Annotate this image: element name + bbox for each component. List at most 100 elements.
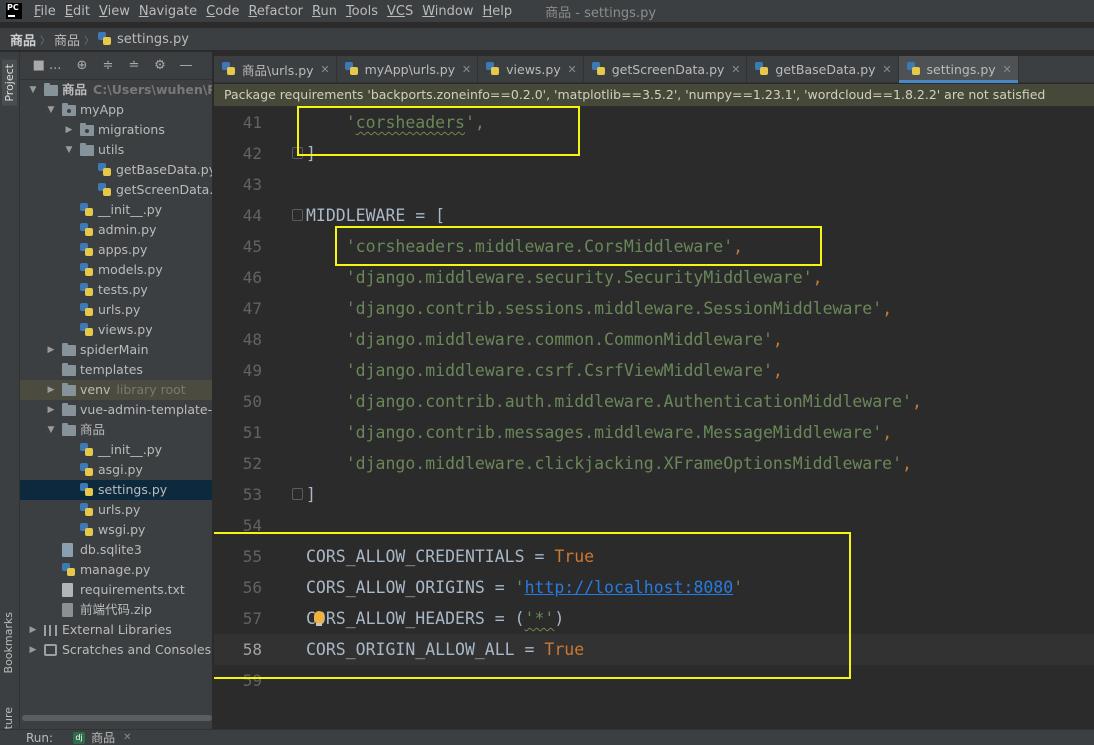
chevron-right-icon[interactable]: ▶ (28, 620, 38, 640)
fold-marker-icon[interactable] (292, 147, 303, 159)
tree-item[interactable]: getBaseData.py (20, 160, 212, 180)
menu-item[interactable]: Refactor (248, 4, 303, 19)
tree-item[interactable]: models.py (20, 260, 212, 280)
tree-item[interactable]: tests.py (20, 280, 212, 300)
bookmarks-tool-tab[interactable]: Bookmarks (2, 612, 15, 673)
chevron-down-icon[interactable]: ▼ (28, 80, 38, 100)
tree-item[interactable]: ▶ spiderMain (20, 340, 212, 360)
editor-tab[interactable]: views.py ✕ (478, 56, 584, 83)
hide-icon[interactable]: — (178, 58, 194, 74)
tree-item[interactable]: ▼ myApp (20, 100, 212, 120)
tree-item[interactable]: ▼ 商品 (20, 420, 212, 440)
chevron-right-icon[interactable]: ▶ (46, 380, 56, 400)
code-line[interactable]: 50 'django.contrib.auth.middleware.Authe… (214, 386, 1094, 417)
chevron-down-icon[interactable]: ▼ (64, 140, 74, 160)
fold-marker-icon[interactable] (292, 488, 303, 500)
breadcrumb-project[interactable]: 商品 (10, 30, 36, 49)
tree-item[interactable]: ▶ Scratches and Consoles (20, 640, 212, 660)
chevron-right-icon[interactable]: ▶ (46, 400, 56, 420)
code-line[interactable]: 49 'django.middleware.csrf.CsrfViewMiddl… (214, 355, 1094, 386)
code-line[interactable]: 44 MIDDLEWARE = [ (214, 200, 1094, 231)
code-line[interactable]: 46 'django.middleware.security.SecurityM… (214, 262, 1094, 293)
code-line[interactable]: 58 CORS_ORIGIN_ALLOW_ALL = True (214, 634, 1094, 665)
target-icon[interactable]: ⊕ (74, 58, 90, 74)
chevron-down-icon[interactable]: ▼ (46, 100, 56, 120)
code-line[interactable]: 48 'django.middleware.common.CommonMiddl… (214, 324, 1094, 355)
close-icon[interactable]: ✕ (731, 63, 740, 76)
tree-item[interactable]: getScreenData.p (20, 180, 212, 200)
code-line[interactable]: 42] (214, 138, 1094, 169)
tree-item[interactable]: templates (20, 360, 212, 380)
project-tool-tab[interactable]: Project (2, 60, 17, 106)
code-line[interactable]: 56 CORS_ALLOW_ORIGINS = 'http://localhost… (214, 572, 1094, 603)
tree-item[interactable]: ▼ 商品 C:\Users\wuhen\Pych (20, 80, 212, 100)
chevron-right-icon[interactable]: ▶ (28, 640, 38, 660)
tree-item[interactable]: urls.py (20, 500, 212, 520)
tree-item[interactable]: __init__.py (20, 200, 212, 220)
tree-item[interactable]: wsgi.py (20, 520, 212, 540)
tree-item[interactable]: 前端代码.zip (20, 600, 212, 620)
code-line[interactable]: 57 CORS_ALLOW_HEADERS = ('*') (214, 603, 1094, 634)
code-line[interactable]: 43 (214, 169, 1094, 200)
run-config-tab[interactable]: 商品 (91, 729, 115, 745)
close-icon[interactable]: ✕ (462, 63, 471, 76)
chevron-right-icon[interactable]: ▶ (64, 120, 74, 140)
code-line[interactable]: 47 'django.contrib.sessions.middleware.S… (214, 293, 1094, 324)
code-line[interactable]: 54 (214, 510, 1094, 541)
menu-item[interactable]: View (99, 4, 130, 19)
tree-item[interactable]: ▶ External Libraries (20, 620, 212, 640)
close-icon[interactable]: ✕ (882, 63, 891, 76)
fold-marker-icon[interactable] (292, 209, 303, 221)
editor-tab[interactable]: myApp\urls.py ✕ (337, 56, 479, 83)
close-icon[interactable]: ✕ (568, 63, 577, 76)
code-line[interactable]: 41 'corsheaders', (214, 107, 1094, 138)
tree-item[interactable]: __init__.py (20, 440, 212, 460)
tree-item[interactable]: urls.py (20, 300, 212, 320)
tree-item[interactable]: ▶ venv library root (20, 380, 212, 400)
code-line[interactable]: 53] (214, 479, 1094, 510)
chevron-down-icon[interactable]: ▼ (46, 420, 56, 440)
menu-item[interactable]: Tools (346, 4, 378, 19)
chevron-right-icon[interactable]: ▶ (46, 340, 56, 360)
code-editor[interactable]: 59 58 CORS_ORIGIN_ALLOW_ALL = True 57 CORS_A… (214, 106, 1094, 728)
editor-tab[interactable]: 商品\urls.py ✕ (214, 56, 337, 83)
code-line[interactable]: 51 'django.contrib.messages.middleware.M… (214, 417, 1094, 448)
tree-item[interactable]: db.sqlite3 (20, 540, 212, 560)
code-line[interactable]: 59 (214, 665, 1094, 696)
menu-item[interactable]: File (34, 4, 56, 19)
tree-item[interactable]: views.py (20, 320, 212, 340)
tree-item[interactable]: admin.py (20, 220, 212, 240)
editor-tab-active[interactable]: settings.py ✕ (898, 56, 1019, 83)
gear-icon[interactable]: ⚙ (152, 58, 168, 74)
menu-item[interactable]: Run (312, 4, 337, 19)
tree-item[interactable]: requirements.txt (20, 580, 212, 600)
close-icon[interactable]: ✕ (320, 63, 329, 76)
menu-item[interactable]: Code (206, 4, 239, 19)
menu-item[interactable]: Edit (65, 4, 90, 19)
menu-item[interactable]: Window (422, 4, 473, 19)
close-icon[interactable]: ✕ (123, 732, 131, 743)
expand-all-icon[interactable]: ≑ (100, 58, 116, 74)
lightbulb-icon[interactable] (314, 611, 324, 626)
project-view-selector[interactable]: ■ ... (30, 58, 64, 74)
editor-tab[interactable]: getBaseData.py ✕ (747, 56, 899, 83)
project-horizontal-scrollbar[interactable] (22, 715, 212, 721)
tree-item-selected[interactable]: settings.py (20, 480, 212, 500)
menu-item[interactable]: Navigate (139, 4, 197, 19)
collapse-all-icon[interactable]: ≐ (126, 58, 142, 74)
tree-item[interactable]: ▶ vue-admin-template-m (20, 400, 212, 420)
tree-item[interactable]: asgi.py (20, 460, 212, 480)
close-icon[interactable]: ✕ (1002, 63, 1011, 76)
code-line[interactable]: 45 'corsheaders.middleware.CorsMiddlewar… (214, 231, 1094, 262)
breadcrumb-folder[interactable]: 商品 (54, 30, 80, 49)
menu-item[interactable]: VCS (387, 4, 413, 19)
tree-item[interactable]: apps.py (20, 240, 212, 260)
breadcrumb-file[interactable]: settings.py (117, 32, 189, 47)
editor-tab[interactable]: getScreenData.py ✕ (584, 56, 748, 83)
tree-item[interactable]: manage.py (20, 560, 212, 580)
code-line[interactable]: 52 'django.middleware.clickjacking.XFram… (214, 448, 1094, 479)
tree-item[interactable]: ▶ migrations (20, 120, 212, 140)
code-line[interactable]: 55 CORS_ALLOW_CREDENTIALS = True (214, 541, 1094, 572)
tree-item[interactable]: ▼ utils (20, 140, 212, 160)
menu-item[interactable]: Help (483, 4, 513, 19)
